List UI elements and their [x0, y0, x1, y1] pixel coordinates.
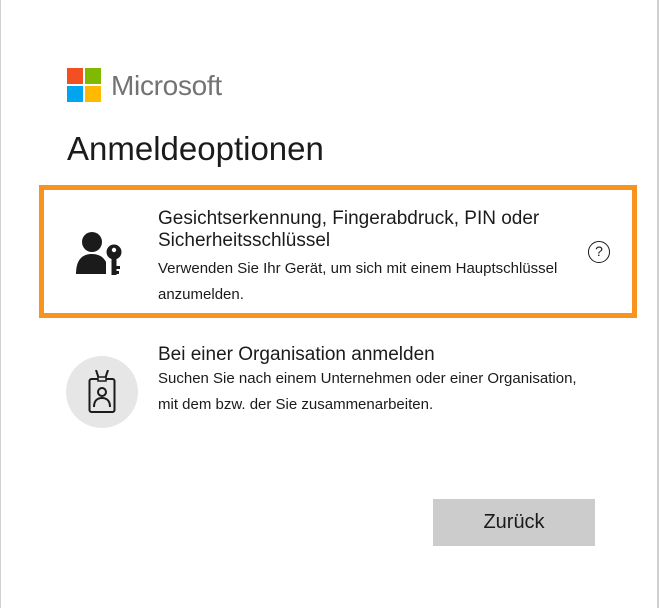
option-organization-description: Suchen Sie nach einem Unternehmen oder e…: [158, 370, 577, 413]
option-passkey-heading: Gesichtserkennung, Fingerabdruck, PIN od…: [158, 208, 540, 251]
logo-square-blue: [67, 86, 83, 102]
logo-square-green: [85, 68, 101, 84]
option-organization-text: Bei einer Organisation anmelden Suchen S…: [158, 344, 578, 418]
microsoft-logo: Microsoft: [67, 68, 222, 103]
microsoft-logo-icon: [67, 68, 102, 103]
option-passkey[interactable]: Gesichtserkennung, Fingerabdruck, PIN od…: [48, 196, 638, 318]
page-title: Anmeldeoptionen: [67, 130, 324, 167]
help-icon[interactable]: ?: [588, 241, 610, 263]
person-key-icon: [76, 230, 128, 278]
option-organization-heading: Bei einer Organisation anmelden: [158, 344, 435, 365]
logo-square-yellow: [85, 86, 101, 102]
option-passkey-text: Gesichtserkennung, Fingerabdruck, PIN od…: [158, 208, 558, 308]
option-passkey-description: Verwenden Sie Ihr Gerät, um sich mit ein…: [158, 260, 558, 303]
option-organization[interactable]: Bei einer Organisation anmelden Suchen S…: [48, 342, 638, 454]
card-left-edge: [0, 0, 1, 608]
id-badge-icon: [66, 356, 138, 428]
brand-name: Microsoft: [111, 69, 222, 101]
sign-in-options-page: Microsoft Anmeldeoptionen Gesichtserkenn…: [0, 0, 659, 608]
logo-square-red: [67, 68, 83, 84]
back-button[interactable]: Zurück: [433, 499, 595, 546]
